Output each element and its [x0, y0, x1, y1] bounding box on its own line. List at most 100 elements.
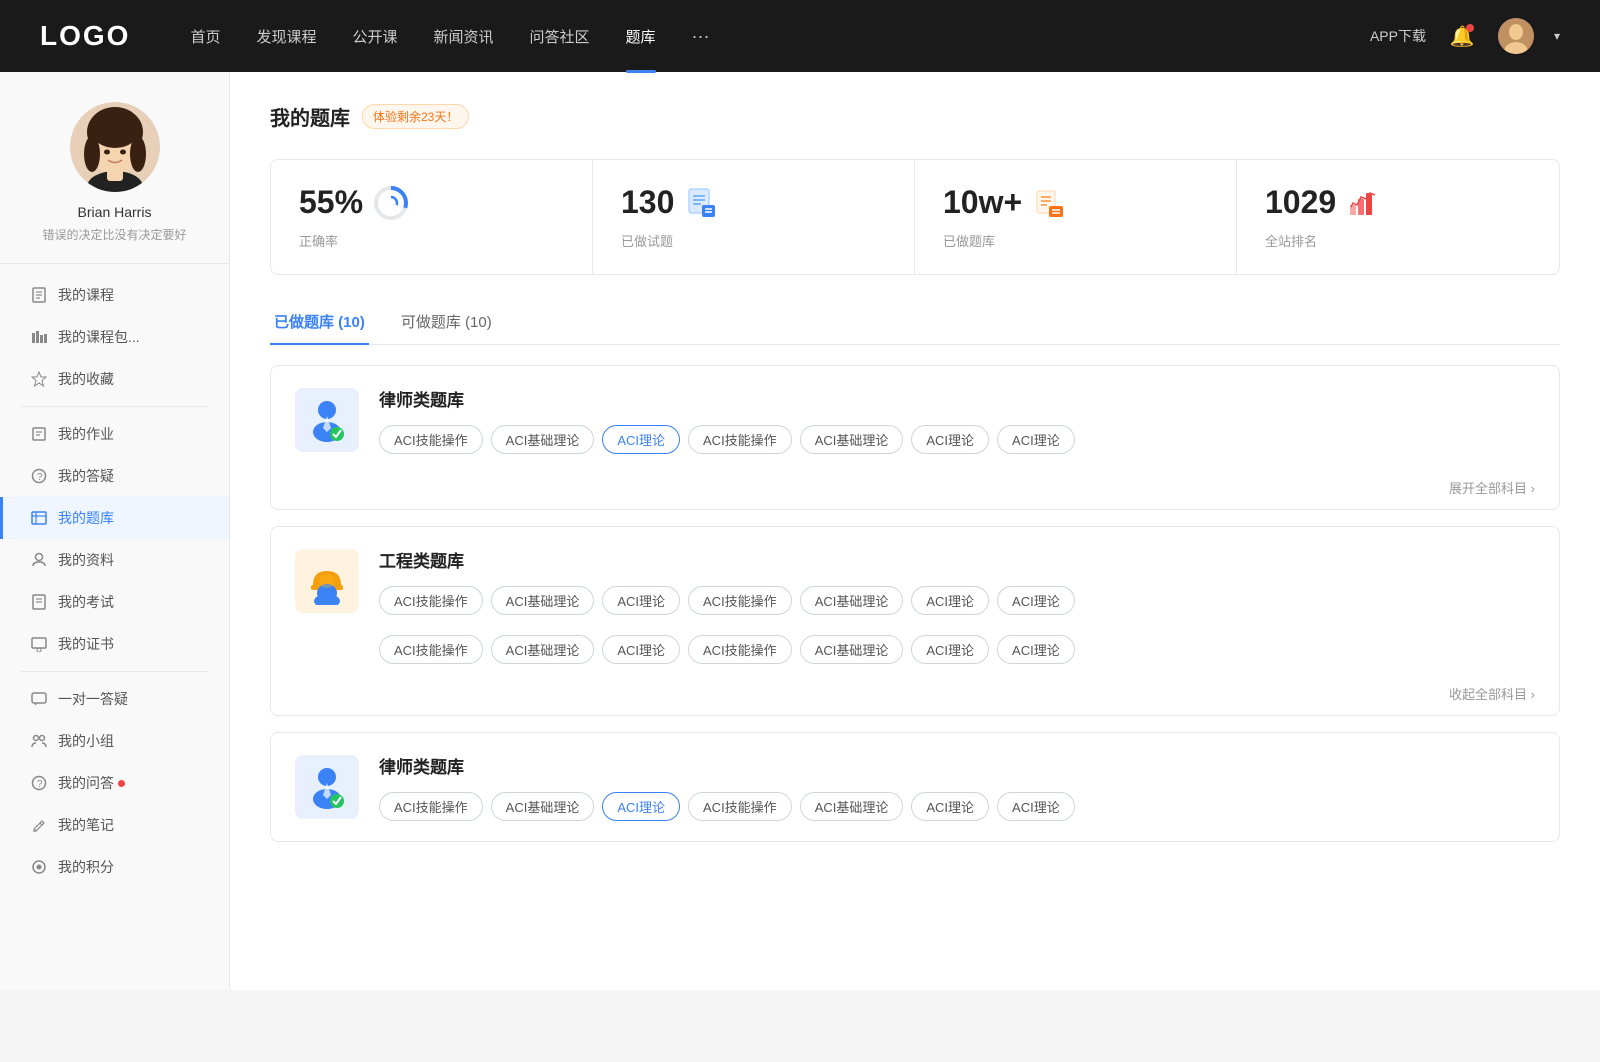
- page-header: 我的题库 体验剩余23天！: [270, 102, 1560, 131]
- stat-value: 130: [621, 184, 674, 221]
- page-title: 我的题库: [270, 102, 350, 131]
- stat-ranking: 1029 全站排名: [1237, 160, 1559, 274]
- stat-top: 130: [621, 184, 886, 221]
- sidebar-item-course[interactable]: 我的课程: [0, 274, 229, 316]
- bank-card-tags-row2-2: ACI技能操作 ACI基础理论 ACI理论 ACI技能操作 ACI基础理论 AC…: [271, 635, 1559, 680]
- sidebar-item-1on1[interactable]: 一对一答疑: [0, 678, 229, 720]
- tag[interactable]: ACI基础理论: [491, 425, 595, 454]
- tag[interactable]: ACI理论: [997, 792, 1075, 821]
- tag[interactable]: ACI基础理论: [800, 425, 904, 454]
- sidebar-label: 我的作业: [58, 424, 114, 444]
- stat-value: 55%: [299, 184, 363, 221]
- bank-card-title-1: 律师类题库: [379, 386, 1535, 411]
- tag[interactable]: ACI技能操作: [688, 425, 792, 454]
- tag[interactable]: ACI理论: [602, 586, 680, 615]
- sidebar-item-group[interactable]: 我的小组: [0, 720, 229, 762]
- chart-red-icon: [1346, 185, 1382, 221]
- tab-done[interactable]: 已做题库 (10): [270, 303, 369, 344]
- sidebar-label: 我的积分: [58, 857, 114, 877]
- avatar-dropdown-arrow[interactable]: ▾: [1554, 29, 1560, 43]
- nav-more[interactable]: ···: [692, 26, 710, 47]
- tag[interactable]: ACI技能操作: [688, 792, 792, 821]
- sidebar-item-exam[interactable]: 我的考试: [0, 581, 229, 623]
- tag-active[interactable]: ACI理论: [602, 792, 680, 821]
- exam-icon: [30, 593, 48, 611]
- sidebar-item-questions[interactable]: ? 我的答疑: [0, 455, 229, 497]
- tag[interactable]: ACI基础理论: [491, 635, 595, 664]
- trial-badge: 体验剩余23天！: [362, 104, 469, 129]
- nav-home[interactable]: 首页: [190, 26, 220, 47]
- tag[interactable]: ACI理论: [997, 635, 1075, 664]
- main-layout: Brian Harris 错误的决定比没有决定要好 我的课程 我的课程包...: [0, 72, 1600, 990]
- tag[interactable]: ACI技能操作: [379, 425, 483, 454]
- avatar[interactable]: [1498, 18, 1534, 54]
- tag[interactable]: ACI基础理论: [491, 792, 595, 821]
- stats-row: 55% 正确率 130: [270, 159, 1560, 275]
- collapse-link-2[interactable]: 收起全部科目 ›: [1449, 684, 1535, 703]
- tag-active[interactable]: ACI理论: [602, 425, 680, 454]
- notification-bell[interactable]: 🔔: [1446, 20, 1478, 52]
- stat-done-banks: 10w+ 已做题库: [915, 160, 1237, 274]
- tag[interactable]: ACI技能操作: [688, 635, 792, 664]
- sidebar-item-bank[interactable]: 我的题库: [0, 497, 229, 539]
- sidebar-item-myqa[interactable]: ? 我的问答: [0, 762, 229, 804]
- tag[interactable]: ACI理论: [911, 425, 989, 454]
- nav-open-course[interactable]: 公开课: [352, 26, 397, 47]
- tag[interactable]: ACI技能操作: [379, 635, 483, 664]
- tag[interactable]: ACI理论: [997, 586, 1075, 615]
- sidebar-item-notes[interactable]: 我的笔记: [0, 804, 229, 846]
- bank-card-1: 律师类题库 ACI技能操作 ACI基础理论 ACI理论 ACI技能操作 ACI基…: [270, 365, 1560, 510]
- sidebar-item-profile[interactable]: 我的资料: [0, 539, 229, 581]
- stat-done-questions: 130 已做试题: [593, 160, 915, 274]
- coursepack-icon: [30, 328, 48, 346]
- tag[interactable]: ACI基础理论: [800, 586, 904, 615]
- sidebar-item-cert[interactable]: 我的证书: [0, 623, 229, 665]
- nav-news[interactable]: 新闻资讯: [434, 26, 494, 47]
- nav-discover[interactable]: 发现课程: [256, 26, 316, 47]
- app-download-button[interactable]: APP下载: [1370, 26, 1426, 46]
- course-icon: [30, 286, 48, 304]
- stat-top: 10w+: [943, 184, 1208, 221]
- sidebar-item-coursepack[interactable]: 我的课程包...: [0, 316, 229, 358]
- bank-card-body-2: 工程类题库 ACI技能操作 ACI基础理论 ACI理论 ACI技能操作 ACI基…: [379, 547, 1535, 615]
- logo: LOGO: [40, 20, 130, 52]
- stat-label: 已做题库: [943, 231, 1208, 250]
- tab-available[interactable]: 可做题库 (10): [397, 303, 496, 344]
- stat-label: 已做试题: [621, 231, 886, 250]
- svg-text:?: ?: [37, 472, 43, 483]
- sidebar-item-favorites[interactable]: 我的收藏: [0, 358, 229, 400]
- expand-link-1[interactable]: 展开全部科目 ›: [1449, 478, 1535, 497]
- tag[interactable]: ACI基础理论: [800, 635, 904, 664]
- sidebar-label: 我的收藏: [58, 369, 114, 389]
- sidebar-menu: 我的课程 我的课程包... 我的收藏 我的作业: [0, 274, 229, 888]
- tag[interactable]: ACI基础理论: [491, 586, 595, 615]
- notification-dot: [1466, 24, 1474, 32]
- group-icon: [30, 732, 48, 750]
- sidebar-label: 一对一答疑: [58, 689, 128, 709]
- tag[interactable]: ACI理论: [602, 635, 680, 664]
- bank-card-2: 工程类题库 ACI技能操作 ACI基础理论 ACI理论 ACI技能操作 ACI基…: [270, 526, 1560, 716]
- myqa-icon: ?: [30, 774, 48, 792]
- tag[interactable]: ACI理论: [911, 792, 989, 821]
- bank-card-body-3: 律师类题库 ACI技能操作 ACI基础理论 ACI理论 ACI技能操作 ACI基…: [379, 753, 1535, 821]
- tag[interactable]: ACI理论: [911, 635, 989, 664]
- tabs: 已做题库 (10) 可做题库 (10): [270, 303, 1560, 345]
- nav-qa[interactable]: 问答社区: [530, 26, 590, 47]
- tag[interactable]: ACI理论: [997, 425, 1075, 454]
- nav-bank[interactable]: 题库: [626, 26, 656, 47]
- sidebar-profile: Brian Harris 错误的决定比没有决定要好: [0, 102, 229, 264]
- sidebar-avatar: [70, 102, 160, 192]
- tag[interactable]: ACI理论: [911, 586, 989, 615]
- sidebar-item-homework[interactable]: 我的作业: [0, 413, 229, 455]
- sidebar-label: 我的笔记: [58, 815, 114, 835]
- tag[interactable]: ACI技能操作: [379, 586, 483, 615]
- star-icon: [30, 370, 48, 388]
- stat-top: 1029: [1265, 184, 1531, 221]
- tag[interactable]: ACI技能操作: [688, 586, 792, 615]
- tag[interactable]: ACI基础理论: [800, 792, 904, 821]
- sidebar-label: 我的课程包...: [58, 327, 140, 347]
- bank-card-tags-3: ACI技能操作 ACI基础理论 ACI理论 ACI技能操作 ACI基础理论 AC…: [379, 792, 1535, 821]
- navbar: LOGO 首页 发现课程 公开课 新闻资讯 问答社区 题库 ··· APP下载 …: [0, 0, 1600, 72]
- tag[interactable]: ACI技能操作: [379, 792, 483, 821]
- sidebar-item-points[interactable]: 我的积分: [0, 846, 229, 888]
